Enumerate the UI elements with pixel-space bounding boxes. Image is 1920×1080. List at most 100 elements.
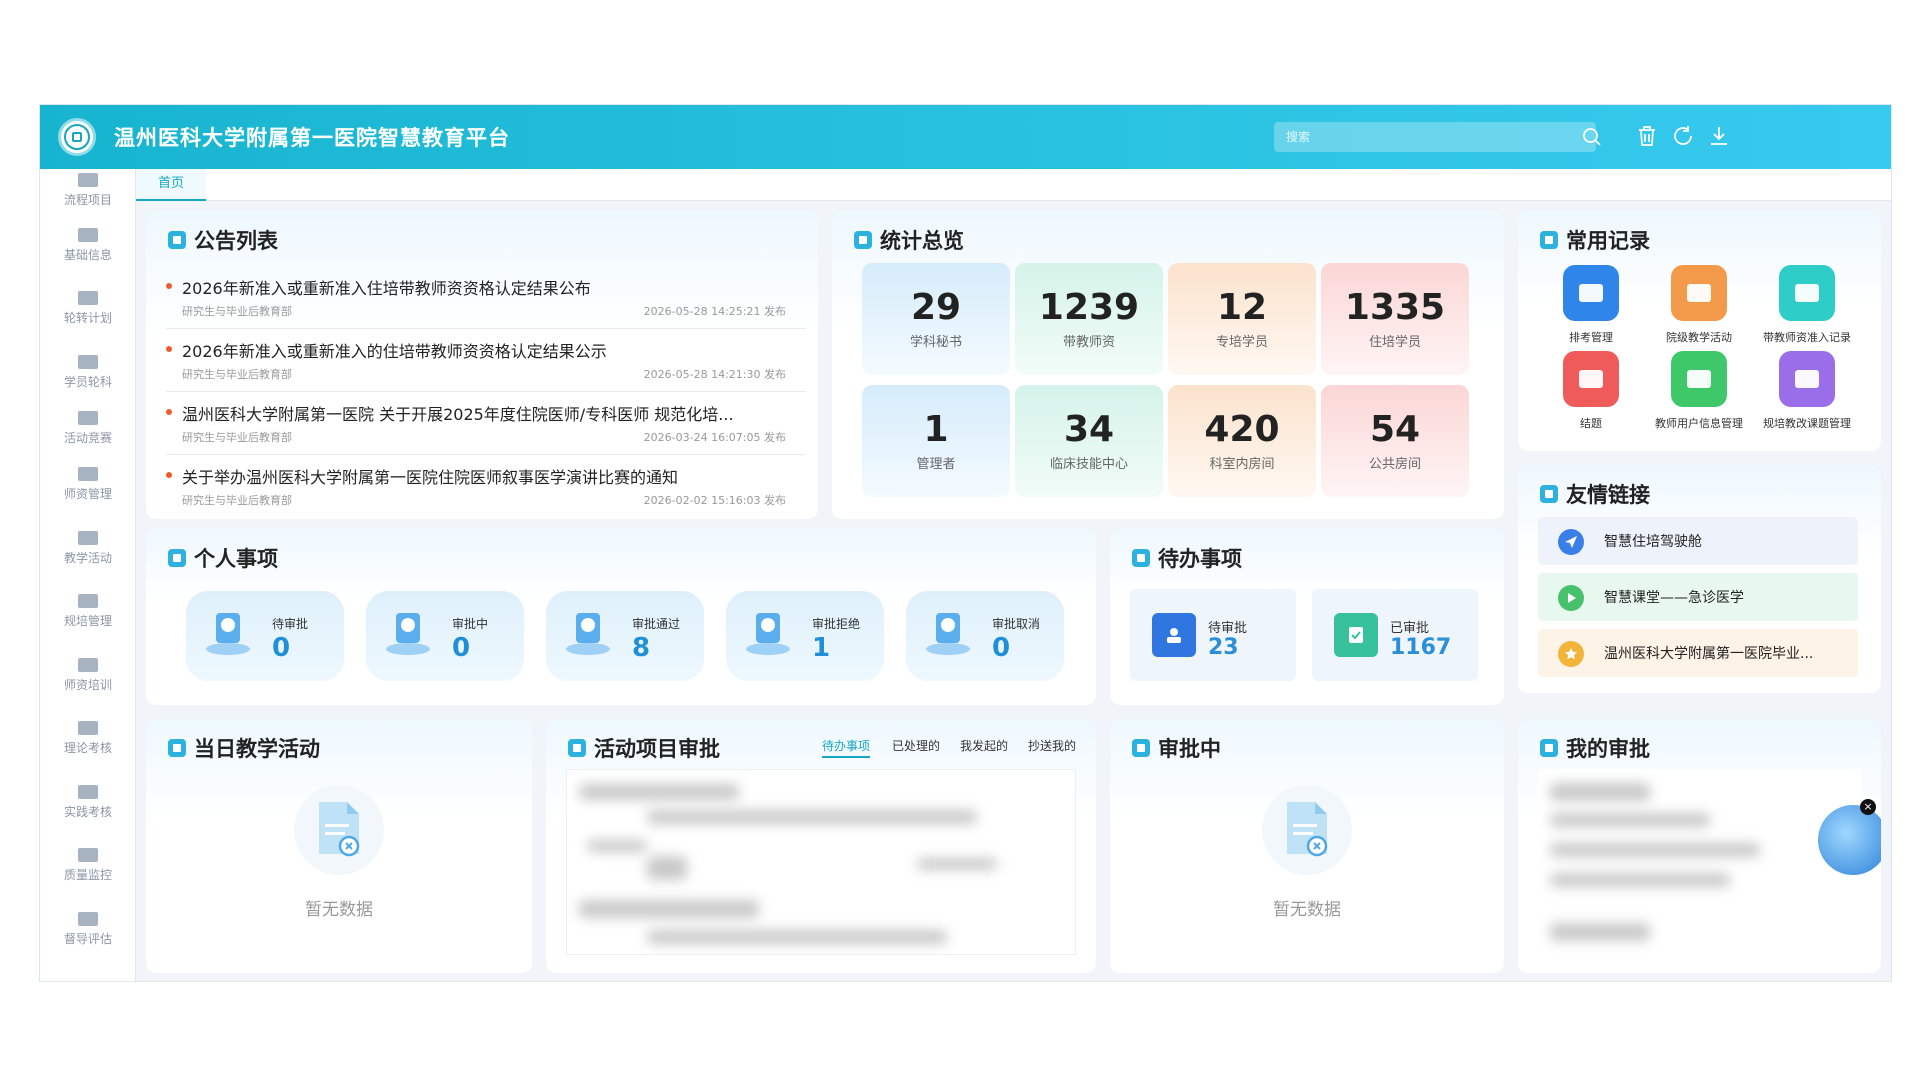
download-icon[interactable]: [1706, 123, 1732, 149]
tab-home[interactable]: 首页: [136, 169, 206, 201]
stat-card[interactable]: 12 专培学员: [1168, 263, 1316, 375]
record-teacher-info[interactable]: 教师用户信息管理: [1644, 351, 1754, 431]
flag-icon: [168, 739, 186, 757]
flag-icon: [78, 173, 98, 187]
empty-state: 暂无数据: [269, 785, 409, 920]
personal-rejected[interactable]: 审批拒绝 1: [726, 591, 884, 681]
stat-card[interactable]: 420 科室内房间: [1168, 385, 1316, 497]
image-icon: [78, 785, 98, 799]
user-icon: [168, 549, 186, 567]
sidebar-item-rotation-plan[interactable]: 轮转计划: [40, 291, 136, 347]
tab-bar: 首页: [136, 169, 1891, 201]
trash-icon[interactable]: [1634, 123, 1660, 149]
folder-icon: [1671, 351, 1727, 407]
calendar-icon: [1563, 265, 1619, 321]
edit-icon: [568, 739, 586, 757]
personal-pending[interactable]: 待审批 0: [186, 591, 344, 681]
tab-cc[interactable]: 抄送我的: [1028, 737, 1076, 754]
speaker-icon: [168, 231, 186, 249]
tab-initiated[interactable]: 我发起的: [960, 737, 1008, 754]
star-icon: [1558, 641, 1584, 667]
stat-card[interactable]: 34 临床技能中心: [1015, 385, 1163, 497]
image-icon: [78, 531, 98, 545]
open-book-icon: [1779, 351, 1835, 407]
stat-card[interactable]: 29 学科秘书: [862, 263, 1010, 375]
record-exam-schedule[interactable]: 排考管理: [1536, 265, 1646, 345]
stat-card[interactable]: 1335 住培学员: [1321, 263, 1469, 375]
todo-pending[interactable]: 待审批 23: [1130, 589, 1296, 681]
sidebar-item-student-rotation[interactable]: 学员轮科: [40, 355, 136, 411]
sidebar-item-teaching[interactable]: 教学活动: [40, 531, 136, 587]
refresh-icon[interactable]: [1670, 123, 1696, 149]
image-icon: [78, 658, 98, 672]
stat-card[interactable]: 1 管理者: [862, 385, 1010, 497]
hospital-logo-icon: [58, 118, 96, 156]
document-icon: [1779, 265, 1835, 321]
clock-icon: [1132, 739, 1150, 757]
personal-card: 个人事项 待审批 0 审批中 0 审批通过 8 审批拒绝 1 审批取消 0: [146, 529, 1096, 705]
link-icon: [1540, 485, 1558, 503]
personal-approved[interactable]: 审批通过 8: [546, 591, 704, 681]
announcement-item[interactable]: 2026年新准入或重新准入住培带教师资资格认定结果公布 研究生与毕业后教育部 202…: [166, 271, 806, 329]
send-icon: [1558, 529, 1584, 555]
personal-title: 个人事项: [168, 543, 278, 573]
link-graduation[interactable]: 温州医科大学附属第一医院毕业...: [1538, 629, 1858, 677]
sidebar-item-process[interactable]: 流程项目: [40, 173, 136, 229]
empty-document-icon: [1262, 785, 1352, 875]
link-residency-cockpit[interactable]: 智慧住培驾驶舱: [1538, 517, 1858, 565]
record-reform-project[interactable]: 规培教改课题管理: [1752, 351, 1862, 431]
sidebar-item-competition[interactable]: 活动竞赛: [40, 411, 136, 467]
stat-card[interactable]: 1239 带教师资: [1015, 263, 1163, 375]
image-icon: [78, 355, 98, 369]
link-emergency-class[interactable]: 智慧课堂——急诊医学: [1538, 573, 1858, 621]
sidebar-item-faculty[interactable]: 师资管理: [40, 467, 136, 523]
sidebar-item-theory-exam[interactable]: 理论考核: [40, 721, 136, 777]
play-icon: [1558, 585, 1584, 611]
tab-processed[interactable]: 已处理的: [892, 737, 940, 754]
sidebar-item-practice-exam[interactable]: 实践考核: [40, 785, 136, 841]
image-icon: [78, 467, 98, 481]
records-card: 常用记录 排考管理 院级教学活动 带教师资准入记录 结题 教师用户信息管理 规培…: [1518, 211, 1881, 451]
daily-activity-title: 当日教学活动: [168, 733, 320, 763]
user-icon: [1152, 613, 1196, 657]
announcement-item[interactable]: 2026年新准入或重新准入的住培带教师资资格认定结果公示 研究生与毕业后教育部 20…: [166, 334, 806, 392]
personal-in-review[interactable]: 审批中 0: [366, 591, 524, 681]
record-hospital-activity[interactable]: 院级教学活动: [1644, 265, 1754, 345]
assistant-bot-icon[interactable]: [1818, 805, 1881, 875]
sidebar-item-residency[interactable]: 规培管理: [40, 594, 136, 650]
statistics-card: 统计总览 29 学科秘书 1239 带教师资 12 专培学员 1335 住培学员 1 管理…: [832, 211, 1504, 519]
search-input[interactable]: [1274, 122, 1596, 152]
search-icon[interactable]: [1582, 127, 1602, 147]
approving-title: 审批中: [1132, 733, 1221, 763]
record-faculty-access[interactable]: 带教师资准入记录: [1752, 265, 1862, 345]
record-conclusion[interactable]: 结题: [1536, 351, 1646, 431]
links-title: 友情链接: [1540, 479, 1650, 509]
todo-approved[interactable]: 已审批 1167: [1312, 589, 1478, 681]
sidebar-item-faculty-training[interactable]: 师资培训: [40, 658, 136, 714]
my-approval-title: 我的审批: [1540, 733, 1650, 763]
clock-icon: [1540, 231, 1558, 249]
daily-activity-card: 当日教学活动 暂无数据: [146, 719, 532, 973]
image-icon: [78, 411, 98, 425]
close-icon[interactable]: ×: [1860, 799, 1876, 815]
records-title: 常用记录: [1540, 225, 1650, 255]
personal-cancelled[interactable]: 审批取消 0: [906, 591, 1064, 681]
todo-card: 待办事项 待审批 23 已审批 1167: [1110, 529, 1504, 705]
announcement-item[interactable]: 关于举办温州医科大学附属第一医院住院医师叙事医学演讲比赛的通知 研究生与毕业后教育…: [166, 460, 806, 518]
sidebar-item-quality[interactable]: 质量监控: [40, 848, 136, 904]
activity-approval-title: 活动项目审批: [568, 733, 720, 763]
image-icon: [78, 721, 98, 735]
statistics-title: 统计总览: [854, 225, 964, 255]
sidebar-item-supervision[interactable]: 督导评估: [40, 912, 136, 968]
app-window: 温州医科大学附属第一医院智慧教育平台 流程项目 基础信息 轮转计划 学员轮科 活…: [39, 104, 1892, 982]
links-card: 友情链接 智慧住培驾驶舱 智慧课堂——急诊医学 温州医科大学附属第一医院毕业..…: [1518, 465, 1881, 693]
check-document-icon: [1334, 613, 1378, 657]
bar-chart-icon: [854, 231, 872, 249]
stat-card[interactable]: 54 公共房间: [1321, 385, 1469, 497]
sidebar-item-basic-info[interactable]: 基础信息: [40, 228, 136, 284]
tab-pending[interactable]: 待办事项: [822, 737, 871, 758]
announcement-item[interactable]: 温州医科大学附属第一医院 关于开展2025年度住院医师/专科医师 规范化培...…: [166, 397, 806, 455]
approval-icon: [746, 613, 790, 655]
image-icon: [78, 291, 98, 305]
my-approval-list-blurred: [1538, 769, 1861, 959]
